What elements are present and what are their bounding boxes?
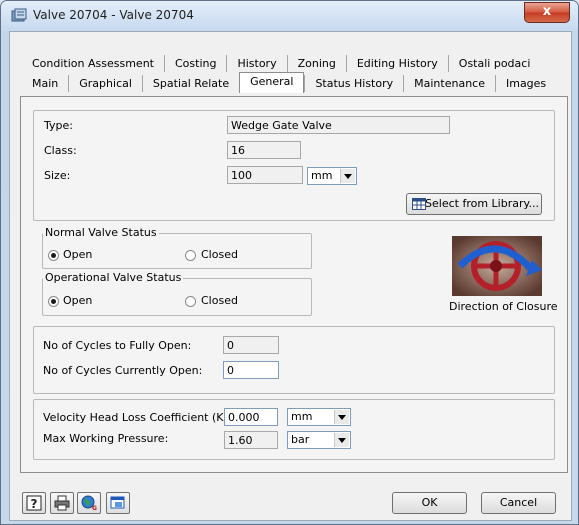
velocity-head-loss-field[interactable]: 0.000 bbox=[224, 408, 278, 426]
cancel-button[interactable]: Cancel bbox=[481, 492, 556, 514]
close-icon: x bbox=[542, 4, 552, 19]
select-from-library-label: Select from Library... bbox=[425, 197, 539, 210]
select-from-library-button[interactable]: Select from Library... bbox=[406, 193, 542, 215]
tab-general[interactable]: General bbox=[239, 72, 305, 93]
tab-history[interactable]: History bbox=[226, 55, 286, 72]
hydraulics-group: Velocity Head Loss Coefficient (Kv): 0.0… bbox=[33, 399, 555, 460]
library-grid-icon bbox=[412, 198, 426, 210]
velocity-head-loss-label: Velocity Head Loss Coefficient (Kv): bbox=[43, 411, 239, 424]
direction-of-closure-label: Direction of Closure bbox=[449, 300, 558, 313]
ok-button[interactable]: OK bbox=[392, 492, 467, 514]
dialog-window: Valve 20704 - Valve 20704 x Condition As… bbox=[0, 0, 579, 525]
chevron-down-icon[interactable] bbox=[340, 169, 355, 183]
type-label: Type: bbox=[44, 119, 73, 132]
svg-text:?: ? bbox=[31, 497, 38, 511]
operational-open-label[interactable]: Open bbox=[63, 294, 92, 307]
window-button[interactable] bbox=[106, 492, 130, 514]
pressure-unit-select[interactable]: bar bbox=[287, 431, 351, 449]
chevron-down-icon[interactable] bbox=[334, 433, 349, 447]
tab-spatial-relate[interactable]: Spatial Relate bbox=[141, 75, 239, 92]
velocity-unit-value: mm bbox=[291, 410, 313, 423]
tab-zoning[interactable]: Zoning bbox=[286, 55, 346, 72]
chevron-down-icon[interactable] bbox=[334, 410, 349, 424]
normal-open-label[interactable]: Open bbox=[63, 248, 92, 261]
tab-main[interactable]: Main bbox=[22, 75, 68, 92]
window-title: Valve 20704 - Valve 20704 bbox=[33, 8, 194, 22]
tab-ostali-podaci[interactable]: Ostali podaci bbox=[447, 55, 541, 72]
tab-row-1: Condition Assessment Costing History Zon… bbox=[22, 55, 540, 73]
size-unit-value: mm bbox=[311, 169, 333, 182]
app-icon bbox=[11, 8, 27, 22]
pressure-unit-value: bar bbox=[291, 433, 310, 446]
tab-status-history[interactable]: Status History bbox=[304, 75, 403, 92]
normal-open-radio[interactable] bbox=[48, 250, 59, 261]
tab-editing-history[interactable]: Editing History bbox=[345, 55, 448, 72]
velocity-unit-select[interactable]: mm bbox=[287, 408, 351, 426]
cycles-fully-open-field[interactable]: 0 bbox=[223, 336, 279, 354]
cycles-currently-open-label: No of Cycles Currently Open: bbox=[43, 364, 203, 377]
class-field[interactable]: 16 bbox=[227, 141, 301, 159]
operational-closed-label[interactable]: Closed bbox=[201, 294, 238, 307]
operational-closed-radio[interactable] bbox=[185, 296, 196, 307]
tab-images[interactable]: Images bbox=[494, 75, 556, 92]
title-bar[interactable]: Valve 20704 - Valve 20704 x bbox=[1, 1, 578, 31]
help-button[interactable]: ? bbox=[22, 492, 46, 514]
close-button[interactable]: x bbox=[524, 2, 570, 23]
tab-condition-assessment[interactable]: Condition Assessment bbox=[22, 55, 164, 72]
size-field[interactable]: 100 bbox=[227, 166, 303, 184]
normal-closed-radio[interactable] bbox=[185, 250, 196, 261]
gis-icon: GIS bbox=[81, 495, 97, 511]
max-working-pressure-field[interactable]: 1.60 bbox=[224, 431, 278, 449]
max-working-pressure-label: Max Working Pressure: bbox=[43, 432, 169, 445]
tab-maintenance[interactable]: Maintenance bbox=[403, 75, 495, 92]
tab-graphical[interactable]: Graphical bbox=[68, 75, 142, 92]
normal-valve-status-legend: Normal Valve Status bbox=[43, 226, 159, 239]
tab-costing[interactable]: Costing bbox=[163, 55, 226, 72]
cycles-currently-open-field[interactable]: 0 bbox=[223, 361, 279, 379]
help-icon: ? bbox=[26, 495, 42, 511]
size-unit-select[interactable]: mm bbox=[307, 167, 357, 185]
tab-row-2: Main Graphical Spatial Relate General St… bbox=[22, 72, 556, 93]
dialog-client: Condition Assessment Costing History Zon… bbox=[9, 31, 572, 521]
print-button[interactable] bbox=[50, 492, 74, 514]
window-icon bbox=[110, 496, 125, 509]
operational-valve-status-legend: Operational Valve Status bbox=[43, 271, 184, 284]
valve-handwheel-icon[interactable] bbox=[452, 236, 542, 296]
normal-closed-label[interactable]: Closed bbox=[201, 248, 238, 261]
operational-open-radio[interactable] bbox=[48, 296, 59, 307]
type-field[interactable]: Wedge Gate Valve bbox=[227, 116, 450, 134]
general-tab-panel: Type: Wedge Gate Valve Class: 16 Size: 1… bbox=[20, 96, 568, 473]
size-label: Size: bbox=[44, 169, 71, 182]
svg-text:GIS: GIS bbox=[92, 505, 97, 511]
cycles-group: No of Cycles to Fully Open: 0 No of Cycl… bbox=[33, 326, 555, 394]
class-label: Class: bbox=[44, 144, 77, 157]
print-icon bbox=[54, 495, 70, 511]
valve-info-group: Type: Wedge Gate Valve Class: 16 Size: 1… bbox=[33, 110, 555, 221]
cycles-fully-open-label: No of Cycles to Fully Open: bbox=[43, 339, 192, 352]
gis-button[interactable]: GIS bbox=[77, 492, 101, 514]
